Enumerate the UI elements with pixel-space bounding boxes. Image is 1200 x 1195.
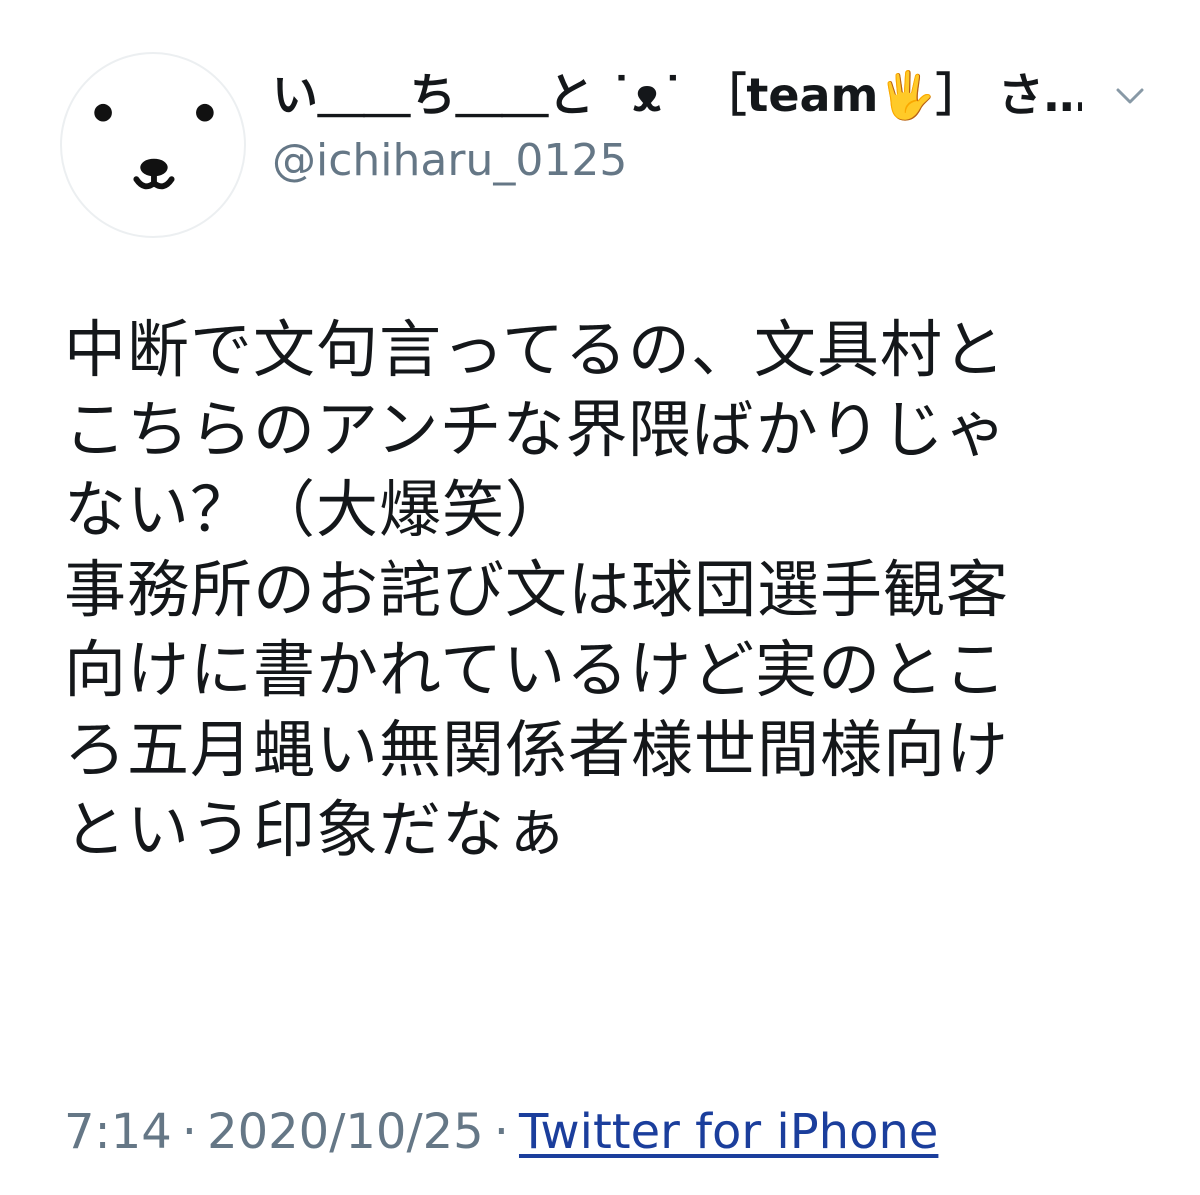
tweet-text-line: ない？（大爆笑） bbox=[64, 473, 569, 546]
tweet-text-line: 事務所のお詫び文は球団選手観客 bbox=[64, 553, 1010, 626]
avatar[interactable] bbox=[60, 52, 246, 238]
tweet-text-line: という印象だなぁ bbox=[64, 793, 569, 866]
tweet-text-line: 中断で文句言ってるの、文具村と bbox=[64, 313, 1006, 386]
tweet-source-link[interactable]: Twitter for iPhone bbox=[519, 1104, 938, 1160]
tweet-date[interactable]: 2020/10/25 bbox=[207, 1104, 484, 1160]
tweet-menu-button[interactable] bbox=[1108, 74, 1152, 118]
tweet-text: 中断で文句言ってるの、文具村と こちらのアンチな界隈ばかりじゃ ない？（大爆笑）… bbox=[64, 310, 1144, 870]
chevron-down-icon bbox=[1116, 88, 1144, 104]
tweet-meta: 7:14 · 2020/10/25 · Twitter for iPhone bbox=[64, 1100, 938, 1164]
bear-face-icon bbox=[94, 103, 214, 190]
meta-separator: · bbox=[493, 1104, 509, 1160]
tweet-time[interactable]: 7:14 bbox=[64, 1104, 172, 1160]
display-name[interactable]: い＿＿ち＿＿と ˙ᴥ˙ ［team🖐］ さ… bbox=[272, 62, 1082, 128]
meta-separator: · bbox=[181, 1104, 198, 1160]
tweet-text-line: こちらのアンチな界隈ばかりじゃ bbox=[64, 393, 1008, 466]
tweet-text-line: ろ五月蝿い無関係者様世間様向け bbox=[64, 713, 1010, 786]
tweet-card: い＿＿ち＿＿と ˙ᴥ˙ ［team🖐］ さ… @ichiharu_0125 中断… bbox=[0, 0, 1200, 1195]
tweet-text-line: 向けに書かれているけど実のとこ bbox=[64, 633, 1008, 706]
screen-name[interactable]: @ichiharu_0125 bbox=[272, 130, 627, 192]
